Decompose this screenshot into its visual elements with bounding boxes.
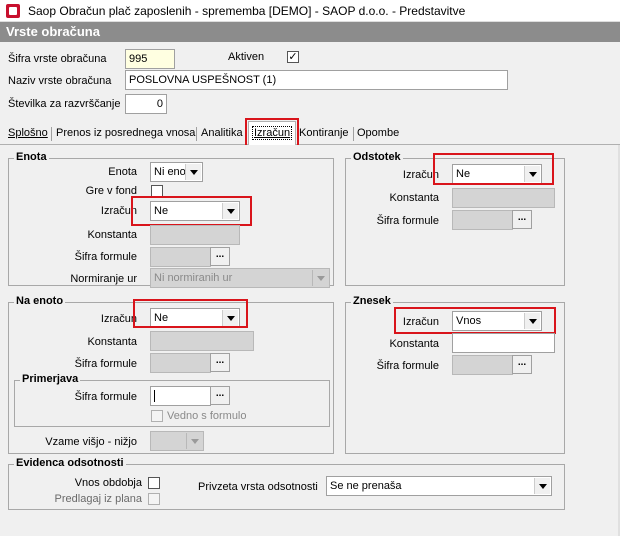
enota-formula-lookup-button[interactable]: ...: [210, 247, 230, 266]
stevilka-label: Številka za razvrščanje: [8, 98, 121, 110]
aktiven-label: Aktiven: [228, 51, 265, 63]
odstotek-sifra-formule-label: Šifra formule: [376, 215, 439, 227]
na-enoto-izracun-label: Izračun: [100, 313, 137, 325]
odstotek-formula-lookup-button[interactable]: ...: [512, 210, 532, 229]
na-enoto-sifra-formule-input: [150, 353, 211, 373]
enota-sifra-formule-input: [150, 247, 211, 267]
znesek-konstanta-input[interactable]: [452, 333, 555, 353]
tab-label: Opombe: [357, 127, 400, 139]
section-header: Vrste obračuna: [0, 22, 620, 42]
group-odstotek-title: Odstotek: [351, 151, 403, 163]
chevron-down-icon: [312, 270, 328, 286]
tab-separator: [353, 127, 354, 141]
group-primerjava-title: Primerjava: [20, 373, 81, 385]
enota-value: Ni enot: [154, 166, 189, 178]
group-evidenca-title: Evidenca odsotnosti: [14, 457, 126, 469]
window-title: Saop Obračun plač zaposlenih - sprememba…: [28, 4, 466, 18]
na-enoto-formula-lookup-button[interactable]: ...: [210, 353, 230, 372]
privzeta-label: Privzeta vrsta odsotnosti: [198, 481, 318, 493]
highlight-box: [133, 299, 248, 328]
chevron-down-icon: [186, 433, 202, 449]
highlight-box: [394, 307, 556, 334]
group-znesek-title: Znesek: [351, 295, 393, 307]
odstotek-konstanta-label: Konstanta: [389, 192, 439, 204]
aktiven-checkbox[interactable]: ✓: [287, 51, 299, 63]
chevron-down-icon[interactable]: [185, 164, 201, 180]
znesek-formula-lookup-button[interactable]: ...: [512, 355, 532, 374]
na-enoto-konstanta-input: [150, 331, 254, 351]
privzeta-value: Se ne prenaša: [330, 480, 402, 492]
stevilka-input[interactable]: 0: [125, 94, 167, 114]
tab-analitika[interactable]: Analitika: [201, 127, 243, 139]
znesek-sifra-formule-input: [452, 355, 513, 375]
gre-v-fond-label: Gre v fond: [85, 185, 137, 197]
sifra-input[interactable]: 995: [125, 49, 175, 69]
tab-prenos[interactable]: Prenos iz posrednega vnosa: [56, 127, 195, 139]
normiranje-select: Ni normiranih ur: [150, 268, 330, 288]
predlagaj-label: Predlagaj iz plana: [54, 493, 142, 505]
primerjava-formula-lookup-button[interactable]: ...: [210, 386, 230, 405]
tab-label: Analitika: [201, 127, 243, 139]
odstotek-sifra-formule-input: [452, 210, 513, 230]
vzame-select: [150, 431, 204, 451]
tab-label: Kontiranje: [299, 127, 349, 139]
group-enota-title: Enota: [14, 151, 49, 163]
vedno-s-formulo-label: Vedno s formulo: [167, 410, 247, 422]
primerjava-sifra-formule-label: Šifra formule: [74, 391, 137, 403]
primerjava-sifra-formule-input[interactable]: [150, 386, 211, 406]
enota-sifra-formule-label: Šifra formule: [74, 251, 137, 263]
enota-izracun-label: Izračun: [100, 205, 137, 217]
privzeta-select[interactable]: Se ne prenaša: [326, 476, 552, 496]
app-icon: [6, 4, 20, 18]
vzame-label: Vzame višjo - nižjo: [45, 436, 137, 448]
chevron-down-icon[interactable]: [534, 478, 550, 494]
window-titlebar: Saop Obračun plač zaposlenih - sprememba…: [0, 0, 620, 22]
na-enoto-konstanta-label: Konstanta: [87, 336, 137, 348]
normiranje-label: Normiranje ur: [70, 273, 137, 285]
tab-kontiranje[interactable]: Kontiranje: [299, 127, 349, 139]
enota-select[interactable]: Ni enot: [150, 162, 203, 182]
vnos-obdobja-label: Vnos obdobja: [74, 477, 142, 489]
tab-label: Splošno: [8, 127, 48, 139]
na-enoto-sifra-formule-label: Šifra formule: [74, 358, 137, 370]
group-na-enoto-title: Na enoto: [14, 295, 66, 307]
tab-opombe[interactable]: Opombe: [357, 127, 399, 139]
sifra-label: Šifra vrste obračuna: [8, 53, 107, 65]
tab-separator: [196, 127, 197, 141]
predlagaj-checkbox: [148, 493, 160, 505]
enota-label: Enota: [108, 166, 137, 178]
highlight-box: [245, 118, 299, 147]
enota-konstanta-input: [150, 225, 240, 245]
tab-splosno[interactable]: Splošno: [8, 127, 48, 139]
znesek-sifra-formule-label: Šifra formule: [376, 360, 439, 372]
highlight-box: [131, 196, 252, 226]
odstotek-izracun-label: Izračun: [402, 169, 439, 181]
odstotek-konstanta-input: [452, 188, 555, 208]
highlight-box: [433, 153, 554, 185]
vedno-s-formulo-checkbox: [151, 410, 163, 422]
tab-label: Prenos iz posrednega vnosa: [56, 127, 196, 139]
text-caret: [154, 390, 155, 402]
enota-konstanta-label: Konstanta: [87, 229, 137, 241]
vnos-obdobja-checkbox[interactable]: [148, 477, 160, 489]
znesek-konstanta-label: Konstanta: [389, 338, 439, 350]
tab-strip: Splošno Prenos iz posrednega vnosa Anali…: [0, 121, 620, 146]
tab-separator: [51, 127, 52, 141]
normiranje-value: Ni normiranih ur: [154, 272, 233, 284]
naziv-input[interactable]: POSLOVNA USPEŠNOST (1): [125, 70, 508, 90]
naziv-label: Naziv vrste obračuna: [8, 75, 112, 87]
